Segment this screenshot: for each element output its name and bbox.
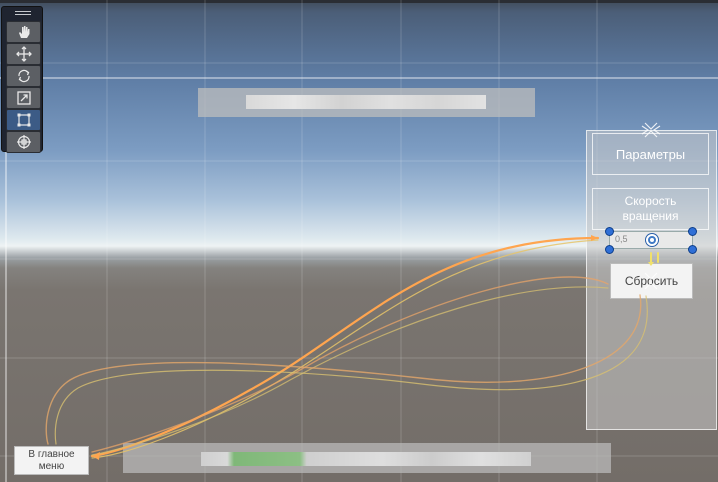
blurred-text bbox=[201, 452, 531, 466]
rotation-speed-slider[interactable]: 0,5 bbox=[609, 231, 693, 249]
scale-icon bbox=[16, 91, 31, 105]
params-label: Параметры bbox=[615, 146, 686, 162]
toolbar-grip-icon[interactable] bbox=[15, 11, 31, 12]
bottom-banner-panel bbox=[123, 443, 611, 473]
transform-tool-button[interactable] bbox=[6, 131, 41, 153]
slider-knob[interactable] bbox=[646, 234, 658, 246]
blurred-text bbox=[246, 95, 486, 109]
transform-icon bbox=[16, 135, 31, 149]
scene-tools-toolbar bbox=[1, 6, 43, 153]
main-menu-label-line1: В главное bbox=[28, 448, 75, 460]
reset-button[interactable]: Сбросить bbox=[610, 263, 693, 299]
selection-handle-top-left[interactable] bbox=[605, 227, 614, 236]
rect-tool-button[interactable] bbox=[6, 109, 41, 131]
top-banner-panel bbox=[198, 88, 535, 117]
rotation-speed-label: Скорость вращения bbox=[592, 188, 709, 230]
rotate-icon bbox=[17, 69, 30, 83]
rotate-tool-button[interactable] bbox=[6, 65, 41, 87]
rect-icon bbox=[17, 113, 30, 127]
selection-handle-bottom-left[interactable] bbox=[605, 245, 614, 254]
selection-handle-bottom-right[interactable] bbox=[688, 245, 697, 254]
scale-tool-button[interactable] bbox=[6, 87, 41, 109]
selection-handle-top-right[interactable] bbox=[688, 227, 697, 236]
slider-value: 0,5 bbox=[615, 234, 628, 244]
scene-view[interactable]: Параметры Скорость вращения 0,5 Сбросить… bbox=[0, 0, 718, 482]
move-tool-button[interactable] bbox=[6, 43, 41, 65]
move-icon bbox=[15, 46, 32, 62]
params-panel-label: Параметры bbox=[592, 133, 709, 175]
main-menu-label-line2: меню bbox=[38, 460, 65, 472]
rotation-speed-label-line2: вращения bbox=[622, 209, 679, 223]
main-menu-button[interactable]: В главное меню bbox=[14, 446, 89, 475]
rotation-speed-label-line1: Скорость bbox=[624, 194, 677, 208]
hand-tool-button[interactable] bbox=[6, 21, 41, 43]
hand-icon bbox=[18, 26, 29, 38]
